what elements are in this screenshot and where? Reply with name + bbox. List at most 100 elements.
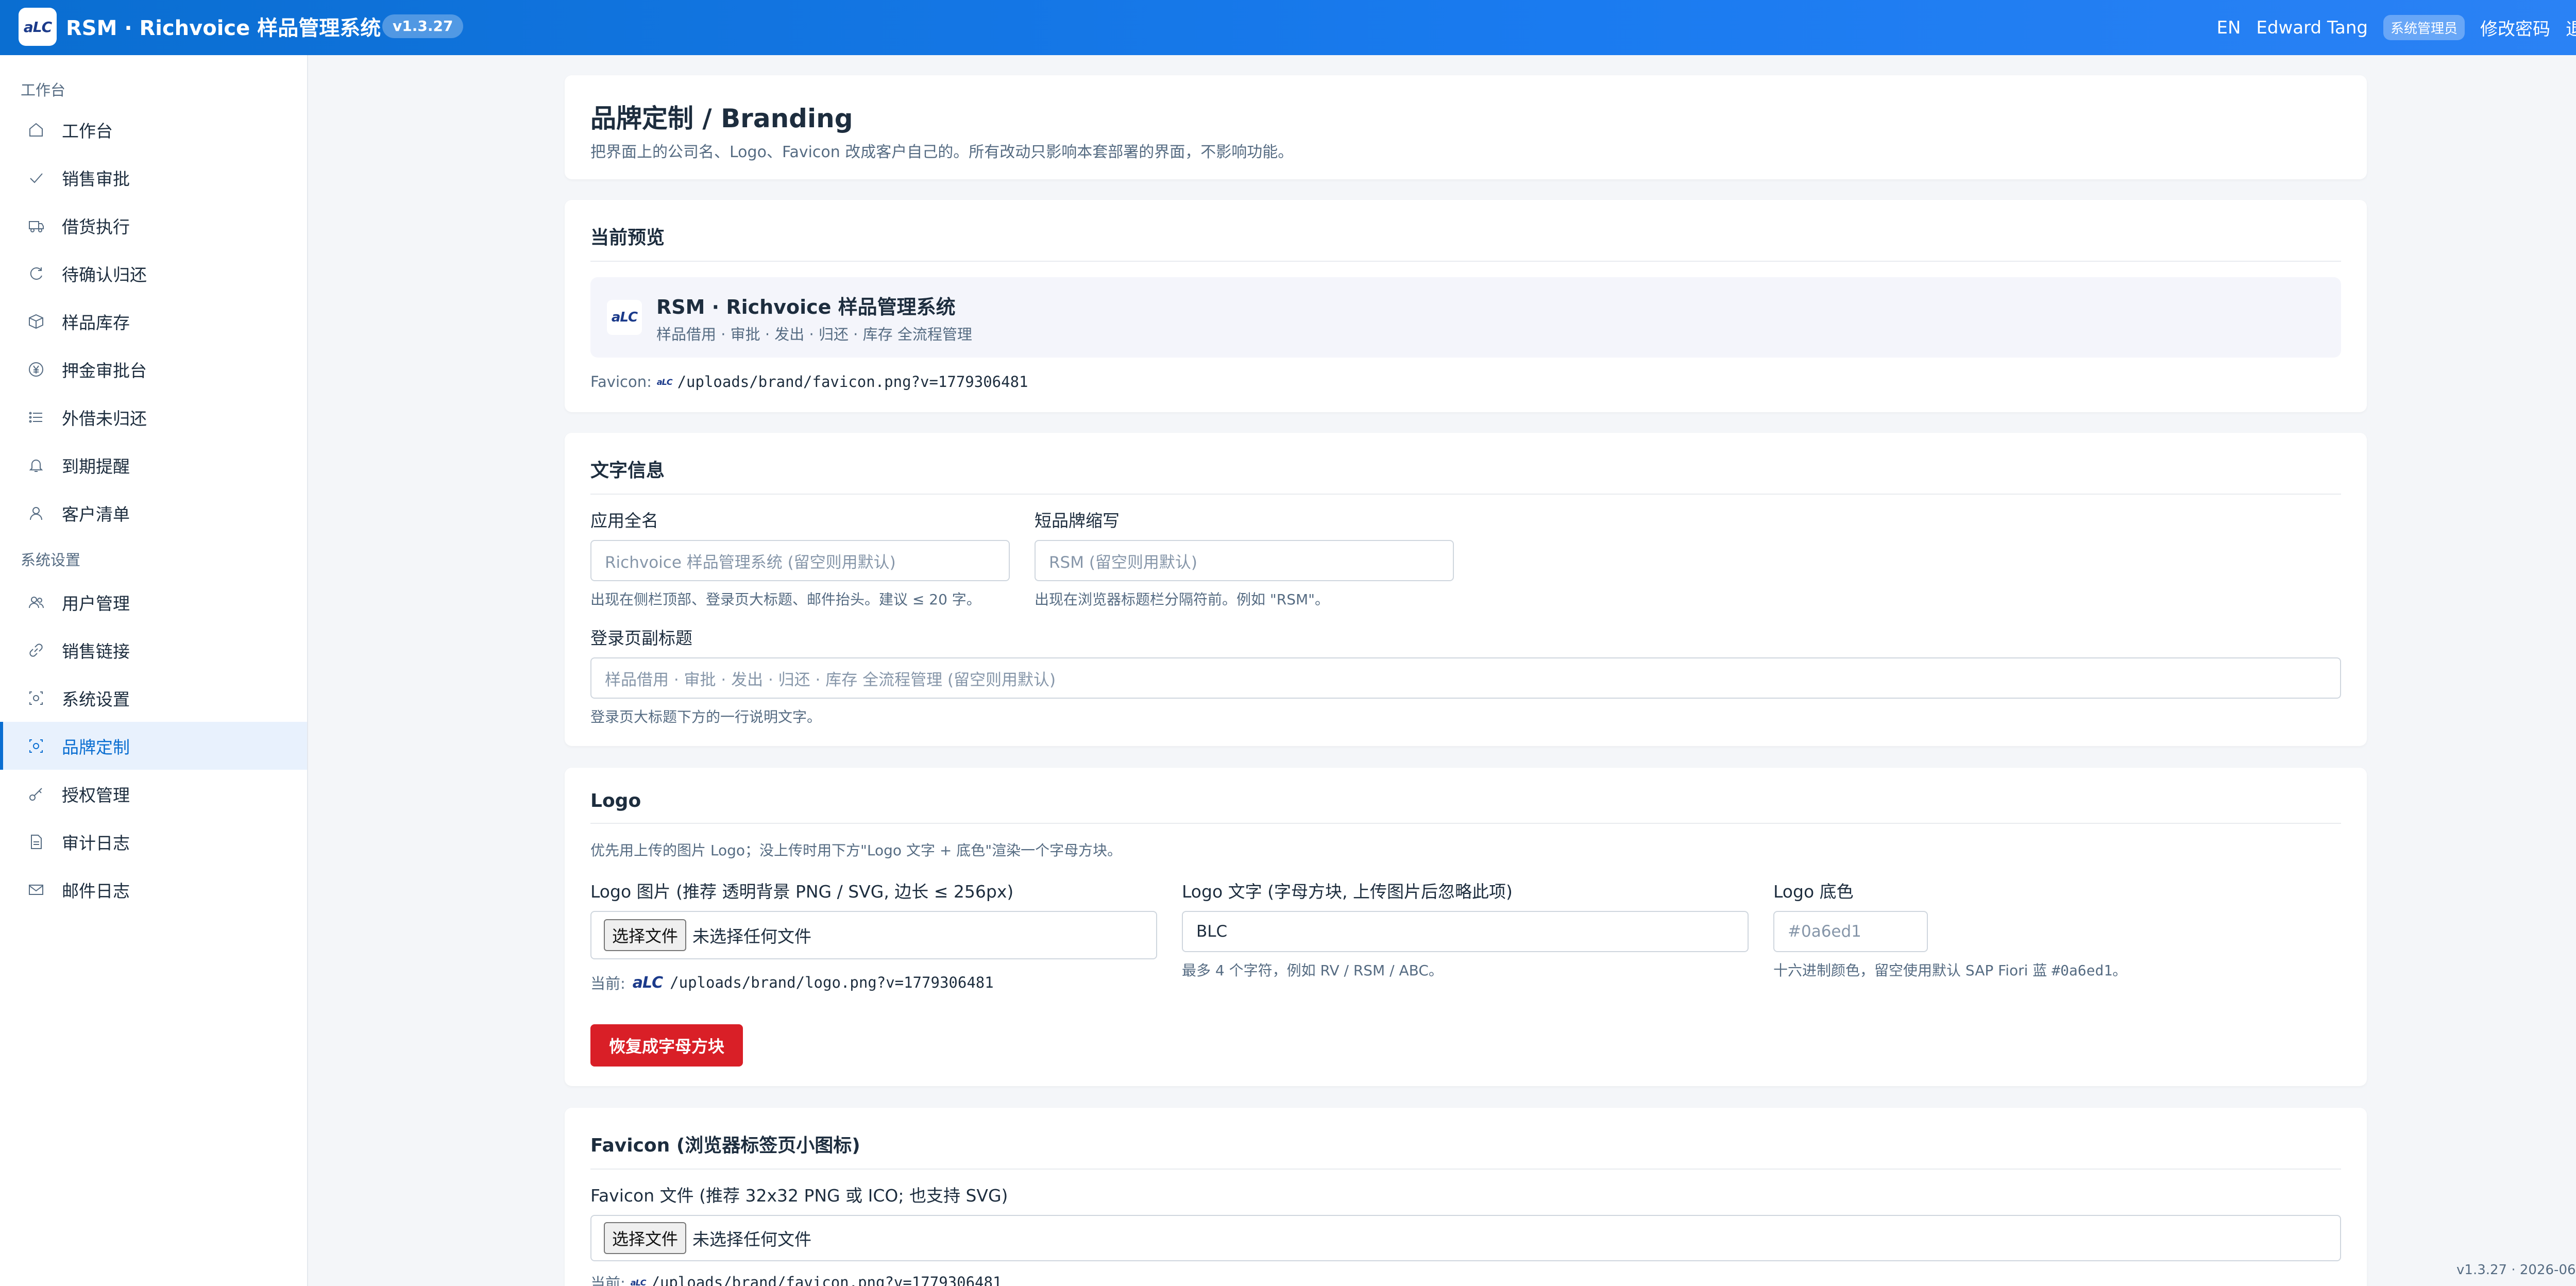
app-logo: aLC <box>19 8 57 46</box>
login-subtitle-input[interactable]: 样品借用 · 审批 · 发出 · 归还 · 库存 全流程管理 (留空则用默认) <box>590 657 2341 699</box>
yen-icon <box>27 360 45 379</box>
check-icon <box>27 168 45 187</box>
divider <box>590 823 2341 824</box>
logout-link[interactable]: 退出 <box>2566 15 2576 40</box>
short-name-label: 短品牌缩写 <box>1035 511 1120 531</box>
sidebar-item-label: 外借未归还 <box>62 408 147 429</box>
logo-text-input[interactable]: BLC <box>1182 911 1749 952</box>
preview-app-name: RSM · Richvoice 样品管理系统 <box>656 295 956 318</box>
favicon-current-icon: aLC <box>630 1277 647 1286</box>
logo-text-help: 最多 4 个字符，例如 RV / RSM / ABC。 <box>1182 962 1443 979</box>
sidebar-item-label: 销售审批 <box>62 168 130 189</box>
sidebar-item-label: 授权管理 <box>62 785 130 805</box>
sidebar-item-2-g2[interactable]: 销售链接 <box>0 626 307 674</box>
preview-logo: aLC <box>607 300 642 335</box>
short-name-input[interactable]: RSM (留空则用默认) <box>1035 540 1454 581</box>
sidebar-item-9-g1[interactable]: 客户清单 <box>0 489 307 537</box>
divider <box>590 494 2341 495</box>
sidebar-item-label: 样品库存 <box>62 312 130 333</box>
doc-icon <box>27 833 45 851</box>
sidebar-item-8-g1[interactable]: 到期提醒 <box>0 441 307 489</box>
sidebar: 工作台 工作台销售审批借货执行待确认归还样品库存押金审批台外借未归还到期提醒客户… <box>0 55 308 1286</box>
sidebar-item-label: 审计日志 <box>62 833 130 853</box>
user-icon <box>27 504 45 522</box>
full-name-help: 出现在侧栏顶部、登录页大标题、邮件抬头。建议 ≤ 20 字。 <box>590 591 981 608</box>
logo-current-row: 当前: aLC /uploads/brand/logo.png?v=177930… <box>590 973 994 993</box>
sidebar-item-6-g2[interactable]: 审计日志 <box>0 818 307 866</box>
page-title: 品牌定制 / Branding <box>590 104 853 133</box>
logo-desc: 优先用上传的图片 Logo；没上传时用下方"Logo 文字 + 底色"渲染一个字… <box>590 842 1122 859</box>
sidebar-item-label: 待确认归还 <box>62 264 147 285</box>
sidebar-item-label: 邮件日志 <box>62 881 130 901</box>
app-title: RSM · Richvoice 样品管理系统 <box>66 16 381 40</box>
preview-card: 当前预览 aLC RSM · Richvoice 样品管理系统 样品借用 · 审… <box>565 200 2367 412</box>
sidebar-item-1-g2[interactable]: 用户管理 <box>0 578 307 626</box>
sidebar-item-3-g1[interactable]: 借货执行 <box>0 201 307 249</box>
settings-icon <box>27 689 45 707</box>
login-subtitle-label: 登录页副标题 <box>590 628 692 648</box>
logo-color-help: 十六进制颜色，留空使用默认 SAP Fiori 蓝 #0a6ed1。 <box>1773 962 2127 979</box>
favicon-file-input[interactable]: 选择文件 未选择任何文件 <box>590 1215 2341 1261</box>
logo-image-label: Logo 图片 (推荐 透明背景 PNG / SVG, 边长 ≤ 256px) <box>590 882 1014 902</box>
box-icon <box>27 312 45 331</box>
logo-current-icon: aLC <box>632 973 663 992</box>
language-toggle[interactable]: EN <box>2216 18 2241 38</box>
login-subtitle-help: 登录页大标题下方的一行说明文字。 <box>590 708 822 725</box>
preview-app-sub: 样品借用 · 审批 · 发出 · 归还 · 库存 全流程管理 <box>656 325 972 343</box>
logo-color-label: Logo 底色 <box>1773 882 1854 902</box>
users-icon <box>27 593 45 612</box>
favicon-card: Favicon (浏览器标签页小图标) Favicon 文件 (推荐 32x32… <box>565 1108 2367 1286</box>
sidebar-item-label: 到期提醒 <box>62 456 130 477</box>
sidebar-section-settings: 系统设置 <box>21 551 81 569</box>
favicon-choose-file-button[interactable]: 选择文件 <box>604 1222 687 1254</box>
role-badge: 系统管理员 <box>2383 15 2465 40</box>
sidebar-item-5-g1[interactable]: 样品库存 <box>0 297 307 345</box>
page-header-card: 品牌定制 / Branding 把界面上的公司名、Logo、Favicon 改成… <box>565 75 2367 179</box>
preview-favicon-row: Favicon: aLC /uploads/brand/favicon.png?… <box>590 373 1028 391</box>
sidebar-item-1-g1[interactable]: 工作台 <box>0 106 307 154</box>
page-subtitle: 把界面上的公司名、Logo、Favicon 改成客户自己的。所有改动只影响本套部… <box>590 143 1294 161</box>
divider <box>590 1169 2341 1170</box>
sidebar-item-label: 押金审批台 <box>62 360 147 381</box>
version-badge: v1.3.27 <box>382 14 464 38</box>
logo-file-input[interactable]: 选择文件 未选择任何文件 <box>590 911 1157 959</box>
favicon-icon: aLC <box>656 377 673 387</box>
user-name: Edward Tang <box>2256 17 2368 38</box>
sidebar-item-label: 工作台 <box>62 121 113 141</box>
preview-title: 当前预览 <box>590 227 665 248</box>
mail-icon <box>27 881 45 899</box>
sidebar-item-label: 品牌定制 <box>62 737 130 757</box>
logo-choose-file-button[interactable]: 选择文件 <box>604 919 687 951</box>
sidebar-item-label: 借货执行 <box>62 216 130 237</box>
logo-text-label: Logo 文字 (字母方块, 上传图片后忽略此项) <box>1182 882 1513 902</box>
full-name-label: 应用全名 <box>590 511 658 531</box>
divider <box>590 261 2341 262</box>
favicon-title: Favicon (浏览器标签页小图标) <box>590 1135 860 1156</box>
sidebar-item-label: 销售链接 <box>62 641 130 662</box>
sidebar-item-6-g1[interactable]: 押金审批台 <box>0 345 307 393</box>
logo-title: Logo <box>590 790 641 811</box>
refresh-icon <box>27 264 45 283</box>
sidebar-item-2-g1[interactable]: 销售审批 <box>0 154 307 201</box>
sidebar-item-7-g2[interactable]: 邮件日志 <box>0 866 307 913</box>
brand-icon <box>27 737 45 755</box>
sidebar-section-workbench: 工作台 <box>21 81 66 99</box>
home-icon <box>27 121 45 139</box>
sidebar-item-3-g2[interactable]: 系统设置 <box>0 674 307 722</box>
logo-color-input[interactable]: #0a6ed1 <box>1773 911 1928 952</box>
reset-letter-block-button[interactable]: 恢复成字母方块 <box>590 1024 743 1067</box>
text-info-card: 文字信息 应用全名 Richvoice 样品管理系统 (留空则用默认) 出现在侧… <box>565 433 2367 746</box>
sidebar-item-4-g2[interactable]: 品牌定制 <box>0 722 307 770</box>
change-password-link[interactable]: 修改密码 <box>2480 15 2550 40</box>
sidebar-item-7-g1[interactable]: 外借未归还 <box>0 393 307 441</box>
text-info-title: 文字信息 <box>590 460 665 481</box>
sidebar-item-4-g1[interactable]: 待确认归还 <box>0 249 307 297</box>
link-icon <box>27 641 45 659</box>
sidebar-item-label: 系统设置 <box>62 689 130 709</box>
truck-icon <box>27 216 45 235</box>
favicon-file-label: Favicon 文件 (推荐 32x32 PNG 或 ICO; 也支持 SVG) <box>590 1186 1008 1206</box>
preview-box: aLC RSM · Richvoice 样品管理系统 样品借用 · 审批 · 发… <box>590 277 2341 358</box>
bell-icon <box>27 456 45 475</box>
sidebar-item-5-g2[interactable]: 授权管理 <box>0 770 307 818</box>
full-name-input[interactable]: Richvoice 样品管理系统 (留空则用默认) <box>590 540 1010 581</box>
